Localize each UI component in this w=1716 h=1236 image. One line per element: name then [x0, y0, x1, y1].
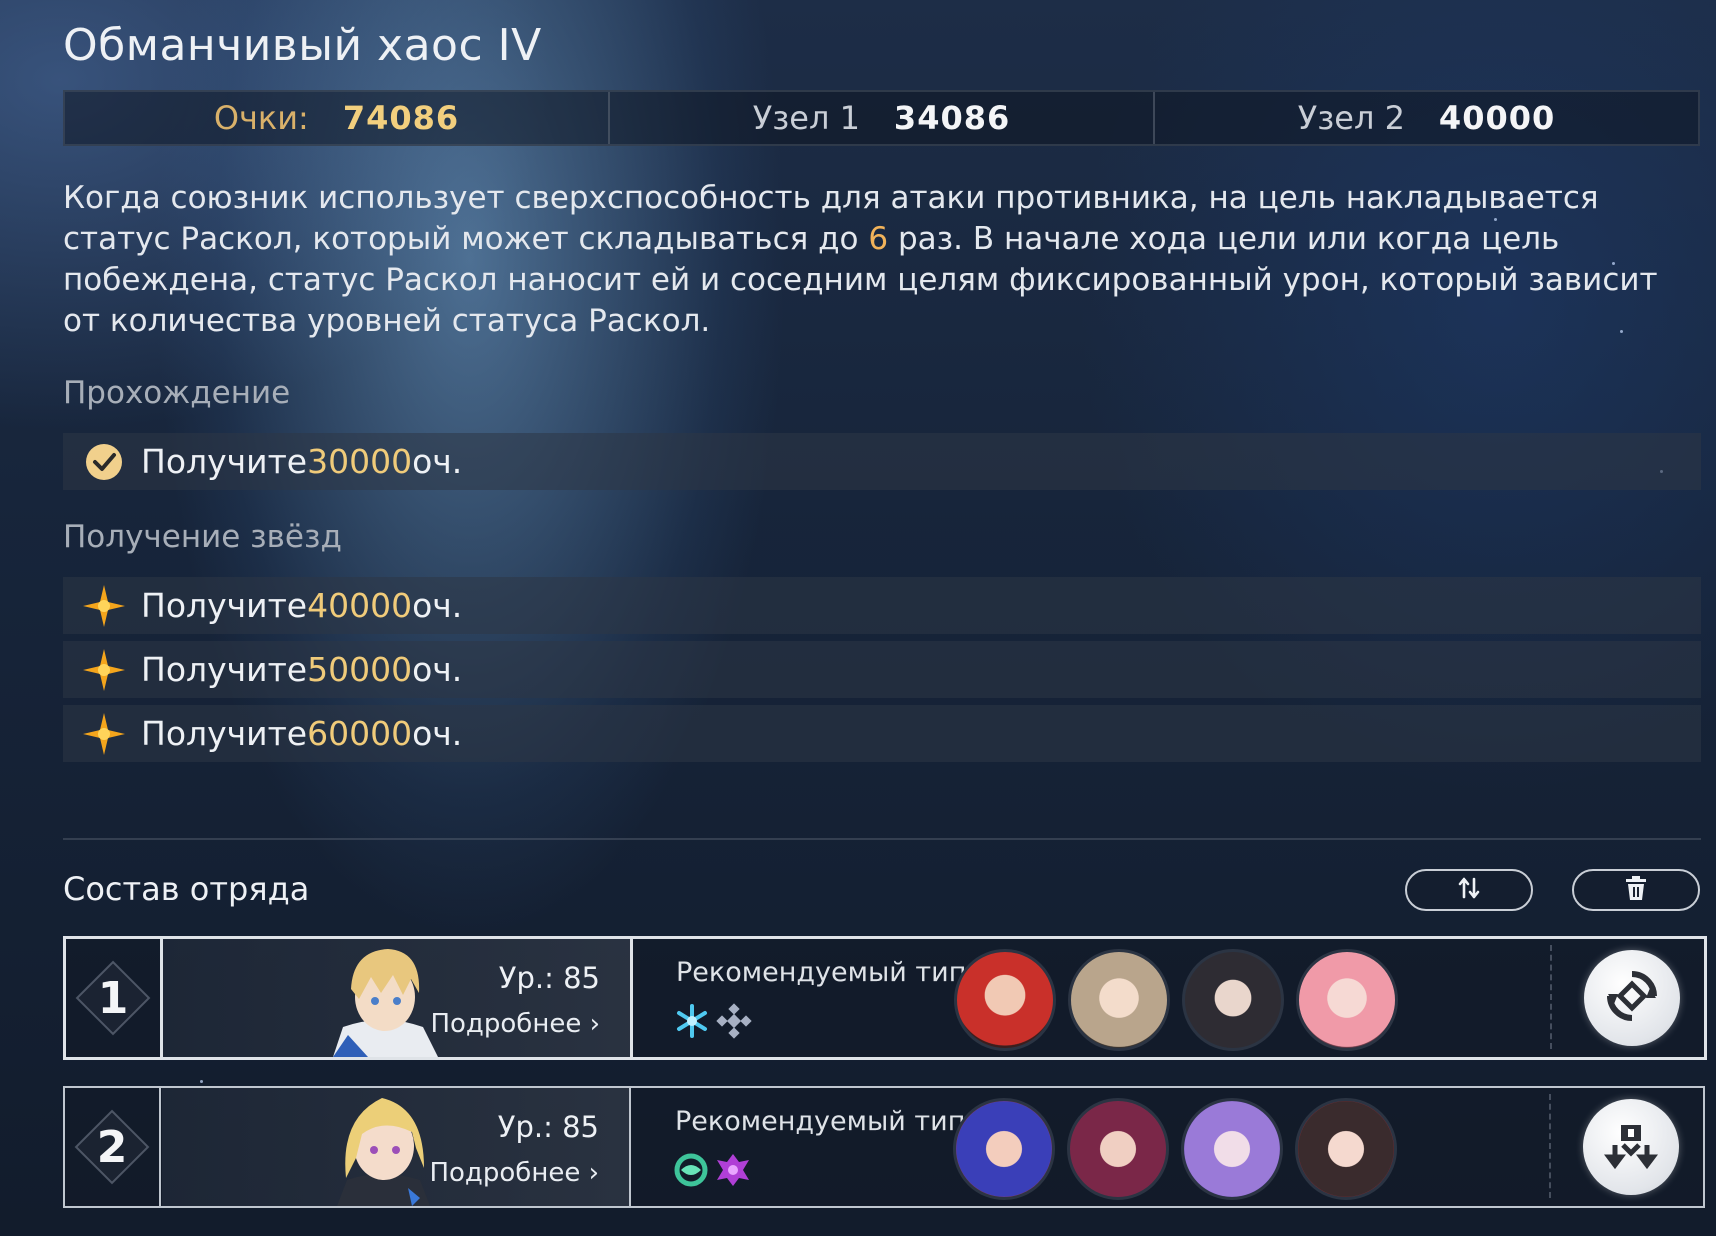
character-avatar[interactable] — [954, 949, 1056, 1051]
star-icon — [81, 711, 127, 757]
team-section-label: Состав отряда — [63, 870, 310, 908]
checkmark-icon — [81, 439, 127, 485]
node1-score: Узел 1 34086 — [608, 92, 1153, 144]
background-star — [200, 1080, 203, 1083]
recommended-type-label: Рекомендуемый тип — [675, 1106, 966, 1137]
swap-team-icon — [1602, 966, 1662, 1030]
completion-section-label: Прохождение — [63, 375, 291, 411]
section-divider — [63, 838, 1701, 840]
wind-element-icon — [673, 1152, 709, 1192]
character-avatar[interactable] — [1068, 949, 1170, 1051]
details-label: Подробнее — [430, 1009, 582, 1039]
score-bar: Очки: 74086 Узел 1 34086 Узел 2 40000 — [63, 90, 1700, 146]
swap-team-button[interactable] — [1584, 950, 1680, 1046]
task-prefix: Получите — [141, 586, 308, 625]
task-prefix: Получите — [141, 442, 308, 481]
chevron-right-icon: › — [588, 1158, 599, 1188]
task-suffix: оч. — [412, 586, 463, 625]
recommended-elements — [674, 1003, 752, 1043]
total-score-value: 74086 — [342, 99, 460, 137]
node1-label: Узел 1 — [752, 99, 860, 137]
ice-element-icon — [674, 1003, 710, 1043]
node2-value: 40000 — [1438, 99, 1556, 137]
star-icon — [81, 583, 127, 629]
character-portrait — [333, 949, 438, 1057]
total-score-label: Очки: — [213, 99, 309, 137]
task-suffix: оч. — [412, 442, 463, 481]
row-separator — [1550, 945, 1552, 1049]
task-suffix: оч. — [412, 714, 463, 753]
trash-icon — [1624, 875, 1648, 905]
node2-label: Узел 2 — [1297, 99, 1405, 137]
completion-task: Получите 30000 оч. — [63, 433, 1701, 490]
row-separator — [1549, 1094, 1551, 1198]
node2-score: Узел 2 40000 — [1153, 92, 1698, 144]
task-prefix: Получите — [141, 650, 308, 689]
leader-card[interactable]: Ур.: 85 Подробнее › — [163, 939, 633, 1057]
task-suffix: оч. — [412, 650, 463, 689]
stars-section-label: Получение звёзд — [63, 519, 342, 555]
chevron-right-icon: › — [589, 1009, 600, 1039]
character-level: Ур.: 85 — [497, 1110, 599, 1144]
character-avatar[interactable] — [953, 1098, 1055, 1200]
details-link[interactable]: Подробнее › — [430, 1009, 600, 1039]
team-number-badge: 2 — [65, 1088, 161, 1206]
leader-card[interactable]: Ур.: 85 Подробнее › — [162, 1088, 631, 1206]
star-task: Получите 50000 оч. — [63, 641, 1701, 698]
star-icon — [81, 647, 127, 693]
team-number: 2 — [96, 1121, 128, 1173]
recommended-elements — [673, 1152, 751, 1192]
details-link[interactable]: Подробнее › — [429, 1158, 599, 1188]
imaginary-element-icon — [715, 1152, 751, 1192]
task-value: 40000 — [307, 586, 413, 625]
swap-teams-button[interactable] — [1405, 869, 1533, 911]
team-row[interactable]: 2 Ур.: 85 Подробнее › Рекомендуемый тип — [63, 1086, 1705, 1208]
swap-icon — [1456, 875, 1482, 905]
quantum-element-icon — [716, 1003, 752, 1043]
character-avatar[interactable] — [1067, 1098, 1169, 1200]
character-level: Ур.: 85 — [498, 961, 600, 995]
description-highlight: 6 — [868, 221, 889, 257]
team-number: 1 — [97, 972, 129, 1024]
star-task: Получите 40000 оч. — [63, 577, 1701, 634]
character-avatar[interactable] — [1182, 949, 1284, 1051]
task-prefix: Получите — [141, 714, 308, 753]
total-score: Очки: 74086 — [65, 92, 608, 144]
page-title: Обманчивый хаос IV — [63, 20, 542, 71]
team-row[interactable]: 1 Ур.: 85 Подробнее › Рекомендуемый тип — [63, 936, 1707, 1060]
swap-team-icon — [1601, 1115, 1661, 1179]
recommended-type-label: Рекомендуемый тип — [676, 957, 967, 988]
character-portrait — [337, 1098, 430, 1206]
challenge-description: Когда союзник использует сверхспособност… — [63, 178, 1683, 342]
team-number-badge: 1 — [66, 939, 163, 1057]
star-task: Получите 60000 оч. — [63, 705, 1701, 762]
task-value: 30000 — [307, 442, 413, 481]
task-value: 60000 — [307, 714, 413, 753]
character-avatar[interactable] — [1295, 1098, 1397, 1200]
task-value: 50000 — [307, 650, 413, 689]
character-avatar[interactable] — [1181, 1098, 1283, 1200]
swap-team-button[interactable] — [1583, 1099, 1679, 1195]
node1-value: 34086 — [893, 99, 1011, 137]
character-avatar[interactable] — [1296, 949, 1398, 1051]
clear-teams-button[interactable] — [1572, 869, 1700, 911]
details-label: Подробнее — [429, 1158, 581, 1188]
